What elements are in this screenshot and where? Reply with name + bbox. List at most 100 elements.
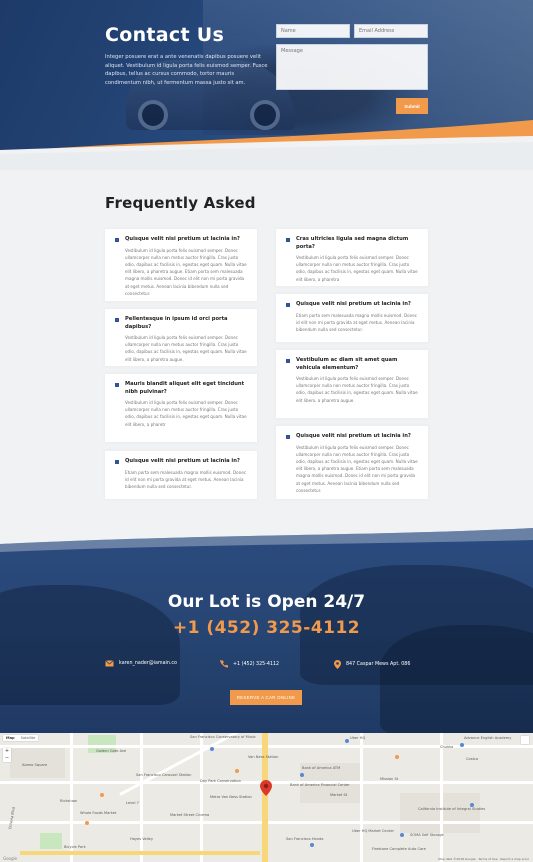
email-text: karen_nader@iamain.co [119, 661, 177, 666]
name-input[interactable] [276, 24, 350, 38]
map-label: Metro Van Ness Station [210, 795, 252, 799]
zoom-out-button[interactable]: − [3, 755, 11, 762]
map-poi [345, 739, 349, 743]
lot-phone[interactable]: +1 (452) 325-4112 [0, 618, 533, 638]
phone-text: +1 (452) 325-4112 [233, 661, 280, 667]
map-label: Day Park Conservation [200, 779, 241, 783]
map-poi [100, 793, 104, 797]
map-label: Chukka [440, 745, 454, 749]
map-label: Costco [466, 757, 479, 761]
faq-item[interactable]: Vestibulum ac diam sit amet quam vehicul… [276, 350, 428, 418]
phone-info[interactable]: +1 (452) 325-4112 [220, 660, 279, 668]
phone-icon [220, 660, 228, 668]
map-attribution[interactable]: Map data ©2018 Google · Terms of Use · R… [438, 857, 529, 861]
map-poi [310, 843, 314, 847]
map-label: Whole Foods Market [80, 811, 117, 815]
faq-answer: Vestibulum id ligula porta felis euismod… [296, 376, 418, 403]
faq-item[interactable]: Quisque velit nisi pretium ut lacinia in… [105, 229, 257, 301]
map-label: Firestone Complete Auto Care [372, 847, 426, 851]
map-label: Market Street Cinema [170, 813, 210, 817]
map-highway [262, 733, 268, 862]
map-road [360, 733, 363, 862]
map-label: Rickshaw [60, 799, 77, 803]
map-poi [400, 833, 404, 837]
faq-question: Quisque velit nisi pretium ut lacinia in… [115, 458, 248, 466]
faq-question: Quisque velit nisi pretium ut lacinia in… [286, 301, 419, 309]
faq-title: Frequently Asked [105, 194, 256, 212]
google-logo: Google [3, 856, 18, 861]
map-label: Octavia Blvd [8, 806, 16, 830]
map-label: Bank of America Financial Center [290, 783, 350, 787]
faq-question: Quisque velit nisi pretium ut lacinia in… [115, 236, 248, 244]
reserve-car-button[interactable]: RESERVE A CAR ONLINE [230, 690, 302, 705]
map-label: Level 7 [126, 801, 139, 805]
map-label: Bicycle Park [64, 845, 86, 849]
map-label: Uber HQ [350, 736, 366, 740]
map-poi [235, 769, 239, 773]
map-poi [300, 773, 304, 777]
map-label: San Francisco Carousel Station [136, 773, 192, 777]
faq-item[interactable]: Quisque velit nisi pretium ut lacinia in… [105, 451, 257, 499]
hero-wave-divider [0, 120, 533, 170]
map-label: California Institute of Integral Studies [418, 807, 486, 811]
faq-item[interactable]: Quisque velit nisi pretium ut lacinia in… [276, 426, 428, 499]
map-label: Mission St [380, 777, 399, 781]
submit-button[interactable]: Submit [396, 98, 428, 114]
map-label: Advance English Academy [464, 736, 512, 740]
map-label: Golden Gate Ave [96, 749, 127, 753]
lot-title: Our Lot is Open 24/7 [167, 592, 366, 612]
faq-answer: Vestibulum id ligula porta felis euismod… [125, 247, 247, 296]
location-pin-icon [334, 660, 341, 669]
map-label: SOMA Self Storage [410, 833, 444, 837]
map-road [440, 733, 443, 862]
faq-answer: Vestibulum id ligula porta felis euismod… [296, 255, 418, 282]
message-textarea[interactable] [276, 44, 428, 90]
lot-car-image [380, 625, 533, 733]
faq-item[interactable]: Pellentesque in ipsum id orci porta dapi… [105, 309, 257, 366]
faq-answer: Vestibulum id ligula porta felis euismod… [296, 444, 418, 493]
faq-item[interactable]: Cras ultricies ligula sed magna dictum p… [276, 229, 428, 286]
map-highway [20, 851, 260, 855]
faq-question: Cras ultricies ligula sed magna dictum p… [286, 236, 419, 251]
email-input[interactable] [354, 24, 428, 38]
google-map[interactable]: San Francisco Conservatory of Music Uber… [0, 733, 533, 862]
map-poi [395, 755, 399, 759]
map-label: Alamo Square [22, 763, 48, 767]
map-label: Hayes Valley [130, 837, 153, 841]
address-info[interactable]: 847 Caspar Mews Apt. 086 [334, 660, 410, 669]
zoom-control[interactable]: + − [3, 748, 11, 762]
map-poi [85, 821, 89, 825]
map-label: San Francisco Honda [286, 837, 324, 841]
map-road [70, 733, 73, 862]
map-poi [210, 747, 214, 751]
envelope-icon [105, 660, 114, 667]
map-label: Market St [330, 793, 348, 797]
map-park [40, 833, 62, 849]
address-text: 847 Caspar Mews Apt. 086 [346, 662, 411, 667]
map-label: Uber HQ Market Center [352, 829, 395, 833]
faq-answer: Vestibulum id ligula porta felis euismod… [125, 400, 247, 427]
map-label: Van Ness Station [248, 755, 279, 759]
faq-question: Vestibulum ac diam sit amet quam vehicul… [286, 357, 419, 372]
faq-question: Mauris blandit aliquet elit eget tincidu… [115, 381, 248, 396]
map-poi [460, 743, 464, 747]
email-info[interactable]: karen_nader@iamain.co [105, 660, 177, 667]
map-road [140, 733, 143, 862]
faq-answer: Etiam porta sem malesuada magna mollis e… [125, 469, 247, 489]
zoom-in-button[interactable]: + [3, 748, 11, 755]
faq-answer: Etiam porta sem malesuada magna mollis e… [296, 312, 418, 332]
page-title: Contact Us [105, 24, 225, 46]
faq-answer: Vestibulum id ligula porta felis euismod… [125, 335, 247, 362]
fullscreen-icon[interactable] [521, 736, 529, 744]
lot-wave-divider [0, 510, 533, 552]
map-label: San Francisco Conservatory of Music [190, 735, 256, 739]
faq-question: Quisque velit nisi pretium ut lacinia in… [286, 433, 419, 441]
contact-intro-text: Integer posuere erat a ante venenatis da… [105, 54, 268, 86]
map-type-map[interactable]: Map [3, 735, 18, 741]
map-label: Bank of America ATM [302, 766, 341, 770]
map-type-satellite[interactable]: Satellite [18, 735, 39, 741]
map-type-control[interactable]: Map Satellite [3, 735, 39, 741]
faq-item[interactable]: Quisque velit nisi pretium ut lacinia in… [276, 294, 428, 342]
map-marker-icon[interactable] [260, 780, 272, 796]
faq-item[interactable]: Mauris blandit aliquet elit eget tincidu… [105, 374, 257, 442]
